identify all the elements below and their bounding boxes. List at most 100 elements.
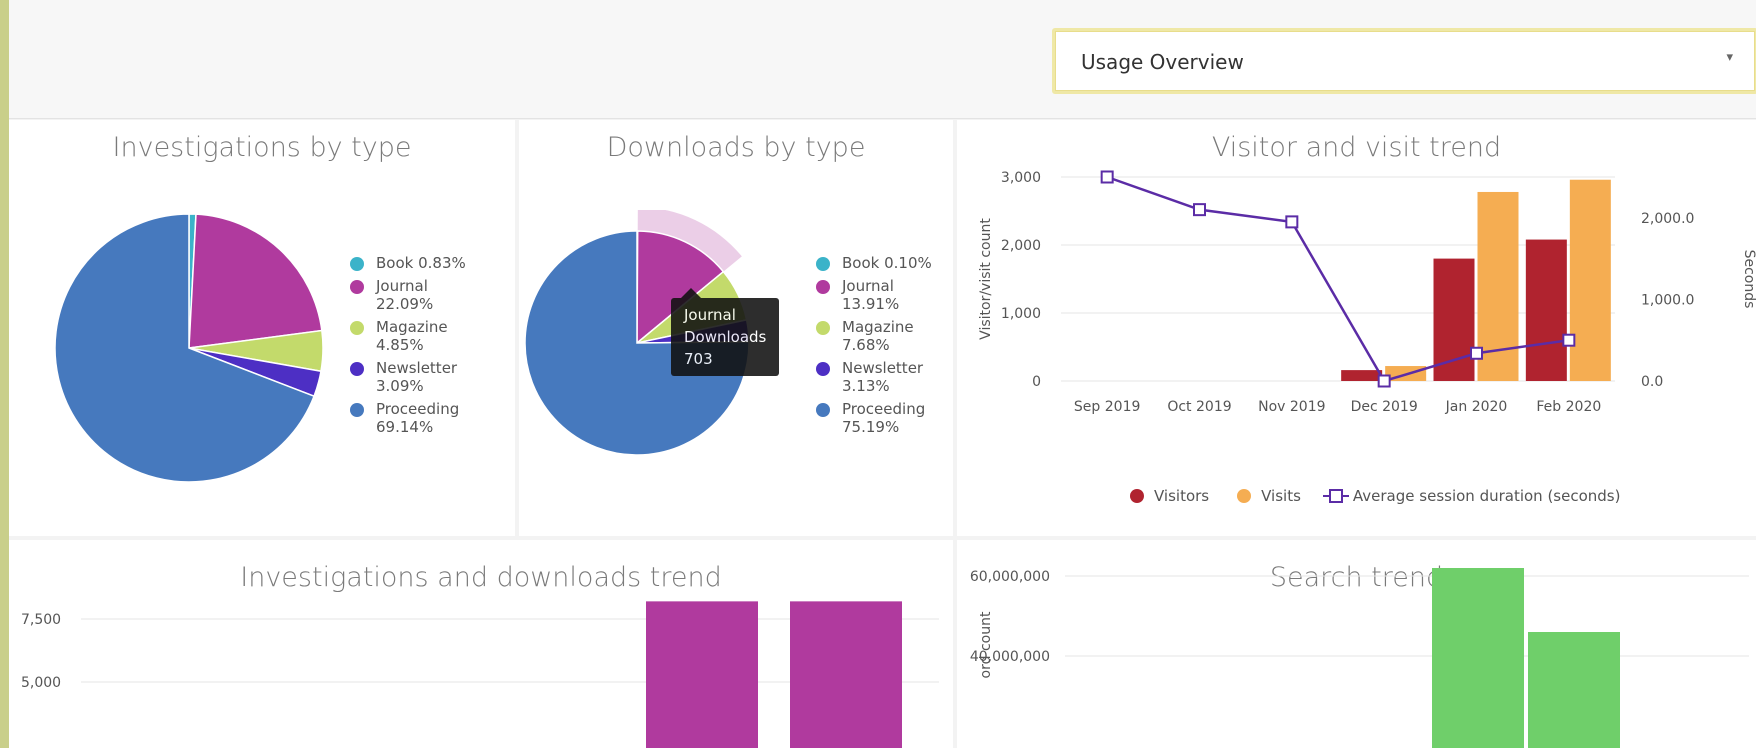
legend-item-session[interactable]: Average session duration (seconds) [1322, 487, 1621, 505]
legend-item-newsletter[interactable]: Newsletter 3.09% [350, 359, 500, 395]
visitor-trend-chart: 0 1,000 2,000 3,000 0.0 1,000.0 2,000.0 Visitor… [978, 170, 1756, 415]
inv-dl-trend-panel: Investigations and downloads trend 5,000… [9, 540, 953, 748]
legend-item-magazine[interactable]: Magazine 7.68% [816, 318, 946, 354]
investigations-by-type-panel: Investigations by type Book 0.83% Journal… [9, 120, 515, 536]
tooltip-series: Downloads [684, 328, 767, 346]
legend-marker [1130, 489, 1144, 503]
bar-visitors[interactable] [1341, 370, 1383, 381]
legend-value: 69.14% [376, 418, 434, 436]
investigations-legend: Book 0.83% Journal 22.09% Magazine 4.85% News… [350, 254, 500, 441]
downloads-by-type-panel: Downloads by type Book 0.10% Journal 13.91… [519, 120, 953, 536]
legend-value: 4.85% [376, 336, 424, 354]
report-select[interactable]: Usage Overview ▾ [1052, 28, 1756, 94]
legend-label: Average session duration (seconds) [1352, 487, 1621, 505]
legend-label: Newsletter [376, 359, 458, 377]
y2-axis-label: Seconds [1741, 250, 1756, 309]
session-point[interactable] [1470, 346, 1483, 360]
top-bar: Usage Overview ▾ [9, 0, 1756, 119]
session-point[interactable] [1100, 170, 1114, 184]
legend-marker [816, 257, 830, 271]
legend-label: Newsletter [842, 359, 924, 377]
legend-item-visits[interactable]: Visits [1237, 487, 1301, 505]
legend-value: 3.13% [842, 377, 890, 395]
legend-item-journal[interactable]: Journal 22.09% [350, 277, 500, 313]
investigations-pie [54, 213, 324, 483]
legend-marker [816, 321, 830, 335]
dashboard: Usage Overview ▾ Investigations by type … [9, 0, 1756, 748]
legend-marker [1237, 489, 1252, 503]
tooltip-category: Journal [684, 306, 736, 324]
search-trend-chart: 40,000,00060,000,000ord count [970, 568, 1749, 748]
legend-marker [350, 403, 364, 417]
legend-marker [1322, 489, 1349, 503]
bar-visitors[interactable] [1525, 239, 1567, 381]
legend-item-journal[interactable]: Journal 13.91% [816, 277, 946, 313]
x-tick-label: Sep 2019 [1074, 399, 1140, 415]
y-tick-label: 60,000,000 [970, 569, 1050, 585]
downloads-legend: Book 0.10% Journal 13.91% Magazine 7.68% News… [816, 254, 946, 441]
session-point[interactable] [1562, 333, 1576, 347]
chevron-down-icon: ▾ [1726, 50, 1733, 65]
legend-label: Book 0.10% [842, 254, 932, 272]
y-tick-label: 5,000 [21, 675, 61, 691]
legend-marker [350, 321, 364, 335]
visitor-trend-legend: Visitors Visits Average session duration (… [1130, 487, 1620, 505]
y-tick-label: 1,000 [1001, 306, 1041, 322]
report-select-value: Usage Overview [1081, 50, 1244, 74]
y-tick-label: 0 [1032, 374, 1041, 390]
y2-tick-label: 1,000.0 [1641, 292, 1694, 308]
legend-item-visitors[interactable]: Visitors [1130, 487, 1209, 505]
legend-label: Proceeding [376, 400, 460, 418]
y-tick-label: 3,000 [1001, 170, 1041, 186]
session-point[interactable] [1377, 374, 1391, 388]
bar-visitors[interactable] [1433, 258, 1475, 381]
y-tick-label: 7,500 [21, 612, 61, 628]
session-point[interactable] [1193, 203, 1206, 217]
legend-label: Journal [376, 277, 428, 295]
x-tick-label: Jan 2020 [1445, 399, 1508, 415]
y-tick-label: 2,000 [1001, 238, 1041, 254]
pie-slice-journal[interactable] [188, 213, 323, 349]
legend-item-proceeding[interactable]: Proceeding 69.14% [350, 400, 500, 436]
legend-item-magazine[interactable]: Magazine 4.85% [350, 318, 500, 354]
legend-marker [816, 280, 830, 294]
legend-value: 3.09% [376, 377, 424, 395]
y-axis-label: ord count [978, 611, 994, 678]
y2-tick-label: 0.0 [1641, 374, 1663, 390]
legend-marker [350, 257, 364, 271]
session-point[interactable] [1285, 215, 1299, 229]
legend-label: Visitors [1154, 487, 1210, 505]
legend-value: 13.91% [842, 295, 900, 313]
trend-bar[interactable] [790, 601, 902, 748]
search-bar[interactable] [1432, 568, 1524, 748]
legend-label: Book 0.83% [376, 254, 466, 272]
trend-bar[interactable] [646, 601, 758, 748]
x-tick-label: Feb 2020 [1536, 399, 1601, 415]
x-tick-label: Dec 2019 [1351, 399, 1418, 415]
x-tick-label: Nov 2019 [1258, 399, 1325, 415]
y-axis-label: Visitor/visit count [978, 218, 994, 340]
legend-label: Proceeding [842, 400, 926, 418]
chart-title: Investigations by type [112, 132, 412, 163]
legend-label: Magazine [842, 318, 914, 336]
legend-label: Magazine [376, 318, 448, 336]
legend-item-proceeding[interactable]: Proceeding 75.19% [816, 400, 946, 436]
legend-value: 22.09% [376, 295, 434, 313]
inv-dl-trend-chart: 5,000 7,500 [21, 601, 939, 748]
legend-item-newsletter[interactable]: Newsletter 3.13% [816, 359, 946, 395]
legend-marker [350, 280, 364, 294]
search-bar[interactable] [1528, 632, 1620, 748]
legend-item-book[interactable]: Book 0.10% [816, 254, 946, 272]
legend-label: Journal [842, 277, 894, 295]
y2-tick-label: 2,000.0 [1641, 211, 1694, 227]
legend-marker [350, 362, 364, 376]
chart-tooltip: Journal Downloads 703 [671, 288, 780, 376]
legend-value: 75.19% [842, 418, 900, 436]
legend-item-book[interactable]: Book 0.83% [350, 254, 500, 272]
legend-marker [816, 403, 830, 417]
visitor-trend-panel: Visitor and visit trend 0 1,000 2,000 3,000… [957, 120, 1756, 536]
legend-value: 7.68% [842, 336, 890, 354]
chart-title: Downloads by type [606, 132, 866, 163]
legend-marker [816, 362, 830, 376]
bar-visits[interactable] [1569, 179, 1611, 381]
